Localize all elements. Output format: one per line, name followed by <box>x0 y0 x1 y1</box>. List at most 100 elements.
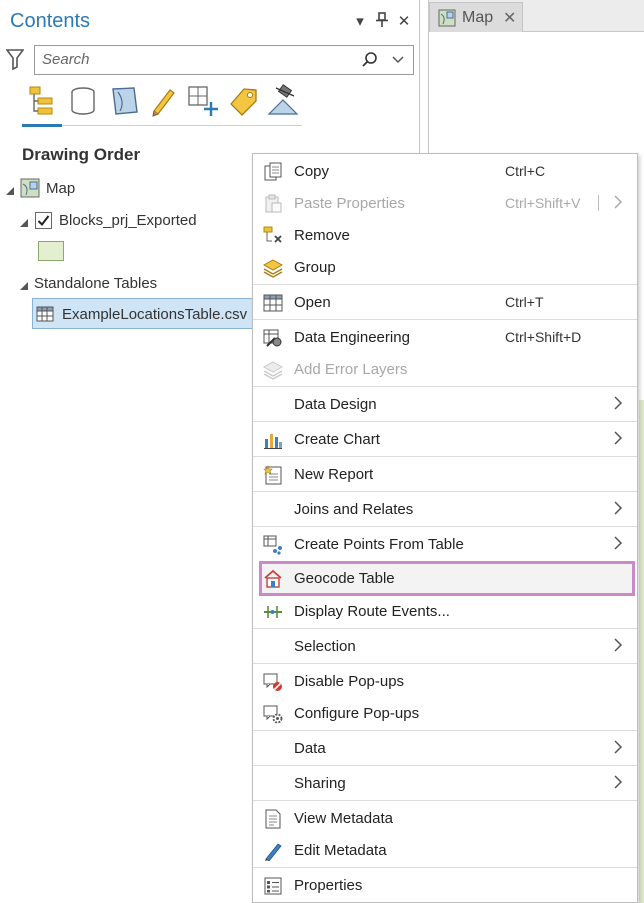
menu-item-new-report[interactable]: New Report <box>253 458 637 490</box>
menu-separator <box>253 800 637 801</box>
expand-arrow-icon[interactable] <box>19 278 29 290</box>
menu-item-disable-popups[interactable]: Disable Pop-ups <box>253 665 637 697</box>
menu-item-label: Create Points From Table <box>294 536 464 553</box>
menu-item-shortcut: Ctrl+T <box>505 294 544 310</box>
close-pane-button[interactable]: ✕ <box>396 12 412 30</box>
menu-item-open[interactable]: Open Ctrl+T <box>253 286 637 318</box>
menu-item-configure-popups[interactable]: Configure Pop-ups <box>253 697 637 729</box>
menu-item-label: Data Engineering <box>294 329 410 346</box>
table-icon <box>263 293 283 313</box>
menu-item-copy[interactable]: Copy Ctrl+C <box>253 155 637 187</box>
map-icon <box>20 178 40 198</box>
route-events-icon <box>263 602 283 622</box>
split-divider <box>598 195 599 211</box>
chevron-right-icon <box>613 775 623 789</box>
menu-item-group[interactable]: Group <box>253 251 637 283</box>
menu-separator <box>253 526 637 527</box>
menu-item-label: Disable Pop-ups <box>294 673 405 690</box>
menu-item-label: Open <box>294 294 331 311</box>
menu-item-add-error-layers: Add Error Layers <box>253 353 637 385</box>
layer-symbol-swatch[interactable] <box>38 241 64 261</box>
close-tab-button[interactable]: ✕ <box>503 8 516 28</box>
menu-item-remove[interactable]: Remove <box>253 219 637 251</box>
tree-item-map[interactable]: Map <box>46 180 75 197</box>
menu-item-data-engineering[interactable]: Data Engineering Ctrl+Shift+D <box>253 321 637 353</box>
expand-arrow-icon[interactable] <box>5 183 15 195</box>
paste-icon <box>263 194 283 214</box>
pin-icon[interactable] <box>374 12 390 32</box>
report-icon <box>263 465 283 485</box>
properties-icon <box>263 876 283 896</box>
layer-visibility-checkbox[interactable] <box>35 212 52 229</box>
menu-item-shortcut: Ctrl+Shift+D <box>505 329 582 345</box>
menu-item-label: Paste Properties <box>294 195 405 212</box>
tree-item-table[interactable]: ExampleLocationsTable.csv <box>32 298 254 329</box>
menu-item-label: Add Error Layers <box>294 361 408 378</box>
active-tab-indicator <box>22 124 62 127</box>
menu-item-label: View Metadata <box>294 810 393 827</box>
menu-separator <box>253 386 637 387</box>
chevron-down-icon[interactable] <box>391 52 405 66</box>
menu-item-shortcut: Ctrl+Shift+V <box>505 195 581 211</box>
filter-icon[interactable] <box>5 48 25 71</box>
chevron-right-icon <box>613 740 623 754</box>
chevron-right-icon <box>613 536 623 550</box>
error-layers-icon <box>262 360 284 380</box>
table-item-label: ExampleLocationsTable.csv <box>62 306 248 323</box>
menu-separator <box>253 628 637 629</box>
menu-item-label: Create Chart <box>294 431 380 448</box>
selection-icon[interactable] <box>108 84 142 118</box>
chevron-right-icon <box>613 396 623 410</box>
geocode-icon <box>263 569 283 589</box>
configure-popups-icon <box>263 704 283 724</box>
menu-item-joins-and-relates[interactable]: Joins and Relates <box>253 493 637 525</box>
editing-icon[interactable] <box>146 84 180 118</box>
labeling-icon[interactable] <box>226 84 260 118</box>
menu-item-display-route-events[interactable]: Display Route Events... <box>253 595 637 627</box>
tab-label: Map <box>462 9 494 26</box>
menu-item-label: Data Design <box>294 396 377 413</box>
section-title: Drawing Order <box>22 145 141 164</box>
pane-options-dropdown[interactable]: ▾ <box>352 12 368 30</box>
tab-map[interactable]: Map ✕ <box>429 2 523 32</box>
menu-item-label: Display Route Events... <box>294 603 450 620</box>
menu-item-create-points-from-table[interactable]: Create Points From Table <box>253 528 637 560</box>
snapping-icon[interactable] <box>186 84 220 118</box>
menu-item-properties[interactable]: Properties <box>253 869 637 901</box>
menu-item-label: Selection <box>294 638 356 655</box>
menu-item-view-metadata[interactable]: View Metadata <box>253 802 637 834</box>
menu-item-label: Sharing <box>294 775 346 792</box>
chart-icon <box>263 430 283 450</box>
menu-item-create-chart[interactable]: Create Chart <box>253 423 637 455</box>
search-field[interactable] <box>34 45 414 75</box>
menu-item-sharing[interactable]: Sharing <box>253 767 637 799</box>
menu-separator <box>253 284 637 285</box>
menu-item-label: Geocode Table <box>294 570 395 587</box>
menu-separator <box>253 730 637 731</box>
tree-item-layer[interactable]: Blocks_prj_Exported <box>59 212 197 229</box>
menu-separator <box>253 867 637 868</box>
menu-item-edit-metadata[interactable]: Edit Metadata <box>253 834 637 866</box>
chevron-right-icon <box>613 195 623 209</box>
disable-popups-icon <box>263 672 283 692</box>
group-icon <box>262 258 284 278</box>
search-icon[interactable] <box>361 51 379 69</box>
pane-title: Contents <box>10 10 91 32</box>
menu-item-data[interactable]: Data <box>253 732 637 764</box>
remove-icon <box>263 226 283 246</box>
toolbar-divider <box>62 125 302 126</box>
menu-item-paste-properties: Paste Properties Ctrl+Shift+V <box>253 187 637 219</box>
map-tab-bar: Map ✕ <box>429 0 644 32</box>
menu-item-geocode-table[interactable]: Geocode Table <box>253 562 637 594</box>
tree-group-standalone-tables[interactable]: Standalone Tables <box>34 275 157 292</box>
menu-item-label: Configure Pop-ups <box>294 705 420 722</box>
menu-item-label: Data <box>294 740 326 757</box>
data-source-icon[interactable] <box>66 84 100 118</box>
menu-item-selection[interactable]: Selection <box>253 630 637 662</box>
perspective-imagery-icon[interactable] <box>266 84 300 118</box>
menu-item-data-design[interactable]: Data Design <box>253 388 637 420</box>
drawing-order-icon[interactable] <box>26 84 60 118</box>
chevron-right-icon <box>613 501 623 515</box>
search-input[interactable] <box>42 51 342 68</box>
expand-arrow-icon[interactable] <box>19 215 29 227</box>
